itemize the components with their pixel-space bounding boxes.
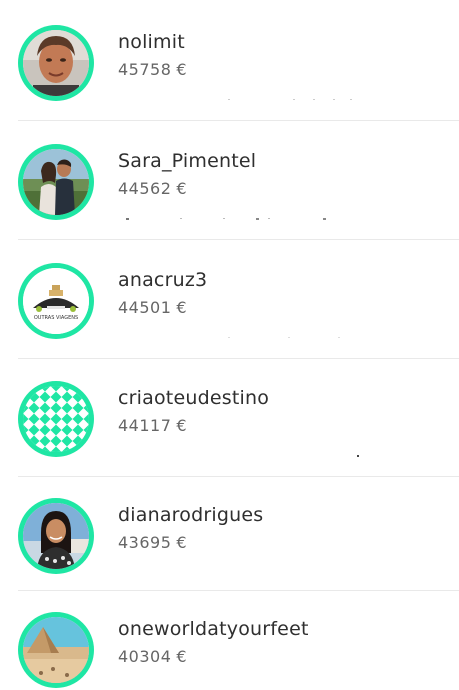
text-fragment	[228, 99, 352, 100]
list-item[interactable]: nolimit 45758 €	[18, 25, 459, 135]
portrait-man-icon	[23, 30, 89, 96]
currency-symbol: €	[176, 298, 188, 317]
amount: 40304 €	[118, 647, 187, 666]
pyramid-photo-icon	[23, 617, 89, 683]
divider	[18, 476, 459, 477]
amount: 44117 €	[118, 416, 187, 435]
avatar[interactable]	[18, 612, 94, 688]
currency-symbol: €	[176, 647, 188, 666]
amount-value: 44117	[118, 416, 172, 435]
portrait-woman-icon	[23, 503, 89, 569]
list-item[interactable]: OUTRAS VIAGENS anacruz3 44501 €	[18, 263, 459, 373]
divider	[18, 358, 459, 359]
currency-symbol: €	[176, 179, 188, 198]
avatar[interactable]: OUTRAS VIAGENS	[18, 263, 94, 339]
diamond-pattern-icon	[23, 386, 89, 452]
currency-symbol: €	[176, 533, 188, 552]
avatar[interactable]	[18, 498, 94, 574]
amount: 45758 €	[118, 60, 187, 79]
divider	[18, 239, 459, 240]
username[interactable]: oneworldatyourfeet	[118, 618, 309, 640]
avatar[interactable]	[18, 25, 94, 101]
amount: 44562 €	[118, 179, 187, 198]
amount-value: 45758	[118, 60, 172, 79]
amount-value: 44562	[118, 179, 172, 198]
text-fragment	[357, 455, 359, 457]
amount-value: 40304	[118, 647, 172, 666]
svg-text:OUTRAS VIAGENS: OUTRAS VIAGENS	[34, 315, 78, 321]
username[interactable]: dianarodrigues	[118, 504, 263, 526]
text-fragment	[126, 218, 326, 220]
username[interactable]: anacruz3	[118, 269, 207, 291]
couple-photo-icon	[23, 149, 89, 215]
list-item[interactable]: oneworldatyourfeet 40304 €	[18, 612, 459, 690]
travel-logo-icon: OUTRAS VIAGENS	[23, 268, 89, 334]
list-item[interactable]: Sara_Pimentel 44562 €	[18, 144, 459, 254]
amount: 44501 €	[118, 298, 187, 317]
list-item[interactable]: criaoteudestino 44117 €	[18, 381, 459, 491]
amount-value: 44501	[118, 298, 172, 317]
username[interactable]: criaoteudestino	[118, 387, 269, 409]
currency-symbol: €	[176, 416, 188, 435]
divider	[18, 120, 459, 121]
amount: 43695 €	[118, 533, 187, 552]
list-item[interactable]: dianarodrigues 43695 €	[18, 498, 459, 608]
currency-symbol: €	[176, 60, 188, 79]
username[interactable]: Sara_Pimentel	[118, 150, 256, 172]
avatar[interactable]	[18, 381, 94, 457]
username[interactable]: nolimit	[118, 31, 185, 53]
amount-value: 43695	[118, 533, 172, 552]
user-ranking-list: nolimit 45758 € Sara_Pimentel 44562 € OU…	[0, 0, 459, 690]
text-fragment	[228, 337, 340, 338]
avatar[interactable]	[18, 144, 94, 220]
divider	[18, 590, 459, 591]
